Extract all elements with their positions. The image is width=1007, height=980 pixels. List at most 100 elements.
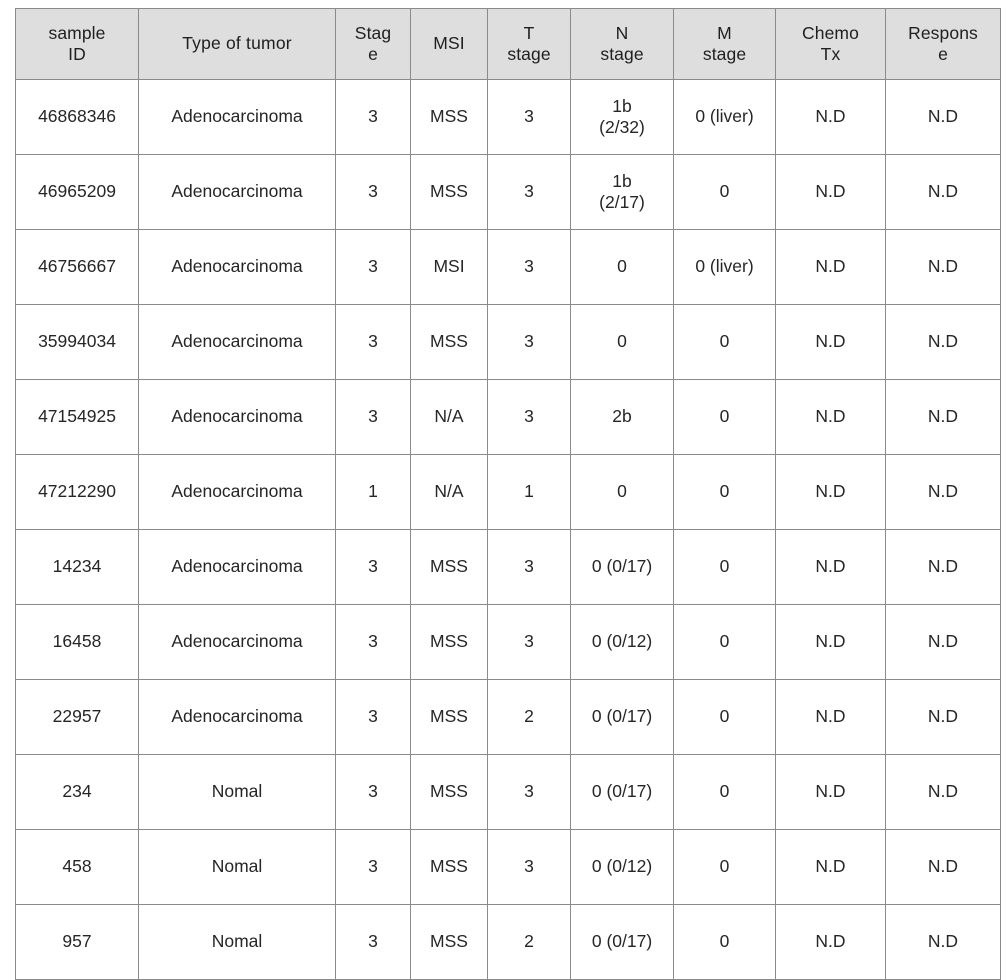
cell-n-stage-value: 0 (0/17) [591, 556, 653, 577]
cell-t-stage-value: 3 [524, 331, 534, 352]
clinical-sample-table: sample ID Type of tumor Stag e MSI T sta… [15, 8, 1001, 980]
column-header-t-stage: T stage [487, 8, 571, 80]
cell-m-stage-value: 0 [719, 556, 730, 577]
cell-t-stage: 2 [487, 679, 571, 755]
cell-msi: MSS [410, 754, 488, 830]
header-line-2: e [368, 44, 378, 64]
cell-n-stage: 0 (0/17) [570, 904, 674, 980]
cell-n-stage-value: 1b [612, 95, 632, 116]
cell-n-stage-node-count: (2/32) [599, 117, 645, 137]
table-row: 16458 Adenocarcinoma 3 MSS 3 0 (0/12) 0 N.D N.D [15, 604, 1001, 680]
cell-chemo-tx-value: N.D [815, 931, 846, 952]
cell-sample-id: 46965209 [15, 154, 139, 230]
cell-msi-value: MSS [430, 931, 468, 952]
cell-response-value: N.D [927, 556, 959, 577]
cell-m-stage-value: 0 [719, 781, 730, 802]
table-header: sample ID Type of tumor Stag e MSI T sta… [15, 8, 1001, 80]
cell-m-stage: 0 [673, 379, 776, 455]
cell-n-stage-value: 0 [617, 331, 627, 352]
cell-t-stage-value: 3 [524, 406, 534, 427]
header-line-2: stage [702, 44, 747, 64]
cell-m-stage: 0 (liver) [673, 229, 776, 305]
cell-t-stage: 2 [487, 904, 571, 980]
cell-stage: 3 [335, 304, 411, 380]
column-header-sample-id: sample ID [15, 8, 139, 80]
cell-sample-id: 234 [15, 754, 139, 830]
cell-response-value: N.D [927, 931, 959, 952]
table-row: 234 Nomal 3 MSS 3 0 (0/17) 0 N.D N.D [15, 754, 1001, 830]
cell-sample-id-value: 234 [62, 781, 92, 802]
cell-chemo-tx-value: N.D [815, 781, 846, 802]
cell-msi: N/A [410, 379, 488, 455]
cell-response: N.D [885, 529, 1001, 605]
cell-sample-id: 47154925 [15, 379, 139, 455]
cell-m-stage: 0 [673, 829, 776, 905]
table-row: 47154925 Adenocarcinoma 3 N/A 3 2b 0 N.D N.D [15, 379, 1001, 455]
table-row: 14234 Adenocarcinoma 3 MSS 3 0 (0/17) 0 N.D N.D [15, 529, 1001, 605]
cell-tumor-type: Nomal [138, 904, 336, 980]
cell-m-stage-value: 0 [719, 331, 730, 352]
cell-sample-id-value: 957 [62, 931, 92, 952]
cell-tumor-type-value: Adenocarcinoma [171, 106, 303, 127]
cell-t-stage-value: 3 [524, 556, 534, 577]
cell-m-stage-value: 0 [719, 931, 730, 952]
header-line-1: M [717, 22, 732, 43]
cell-response-value: N.D [927, 781, 959, 802]
cell-chemo-tx-value: N.D [815, 331, 846, 352]
cell-m-stage-value: 0 [719, 181, 730, 202]
header-line-1: N [615, 22, 629, 43]
cell-sample-id: 14234 [15, 529, 139, 605]
cell-response: N.D [885, 904, 1001, 980]
cell-m-stage: 0 [673, 679, 776, 755]
cell-t-stage-value: 3 [524, 631, 534, 652]
cell-msi: MSS [410, 154, 488, 230]
cell-chemo-tx-value: N.D [815, 631, 846, 652]
header-line-2: Tx [820, 44, 841, 64]
table-row: 22957 Adenocarcinoma 3 MSS 2 0 (0/17) 0 N.D N.D [15, 679, 1001, 755]
cell-msi-value: MSS [430, 631, 468, 652]
cell-n-stage: 0 [570, 229, 674, 305]
cell-t-stage: 3 [487, 379, 571, 455]
cell-sample-id-value: 47212290 [38, 481, 116, 502]
cell-chemo-tx: N.D [775, 229, 886, 305]
cell-n-stage-value: 2b [612, 406, 632, 427]
cell-tumor-type: Adenocarcinoma [138, 154, 336, 230]
cell-response-value: N.D [927, 181, 959, 202]
cell-tumor-type: Adenocarcinoma [138, 304, 336, 380]
cell-stage: 3 [335, 904, 411, 980]
cell-m-stage-value: 0 [719, 706, 730, 727]
cell-response: N.D [885, 304, 1001, 380]
cell-stage-value: 3 [368, 781, 378, 802]
cell-m-stage: 0 [673, 754, 776, 830]
cell-stage-value: 3 [368, 856, 378, 877]
cell-stage: 3 [335, 604, 411, 680]
cell-n-stage: 0 [570, 304, 674, 380]
cell-m-stage-value: 0 (liver) [695, 106, 754, 127]
cell-tumor-type: Adenocarcinoma [138, 79, 336, 155]
header-line-2: e [938, 44, 948, 64]
cell-chemo-tx-value: N.D [815, 406, 846, 427]
cell-sample-id: 16458 [15, 604, 139, 680]
cell-m-stage-value: 0 [719, 856, 730, 877]
column-header-n-stage: N stage [570, 8, 674, 80]
cell-stage-value: 3 [368, 406, 378, 427]
cell-n-stage-node-count: (2/17) [599, 192, 645, 212]
header-line-1: Stag [354, 22, 392, 43]
header-line-1: sample [48, 22, 106, 43]
cell-t-stage-value: 2 [524, 706, 534, 727]
cell-sample-id-value: 46868346 [38, 106, 116, 127]
cell-stage: 3 [335, 379, 411, 455]
cell-chemo-tx: N.D [775, 754, 886, 830]
cell-n-stage-value: 0 (0/12) [591, 631, 653, 652]
cell-msi: N/A [410, 454, 488, 530]
header-line-1: Respons [908, 22, 978, 43]
cell-sample-id: 35994034 [15, 304, 139, 380]
cell-m-stage: 0 [673, 154, 776, 230]
cell-m-stage: 0 [673, 604, 776, 680]
header-line-1: T [523, 22, 535, 43]
cell-msi: MSS [410, 304, 488, 380]
cell-t-stage: 3 [487, 529, 571, 605]
cell-tumor-type-value: Nomal [211, 931, 263, 952]
cell-chemo-tx: N.D [775, 304, 886, 380]
header-line-2: stage [507, 44, 551, 64]
